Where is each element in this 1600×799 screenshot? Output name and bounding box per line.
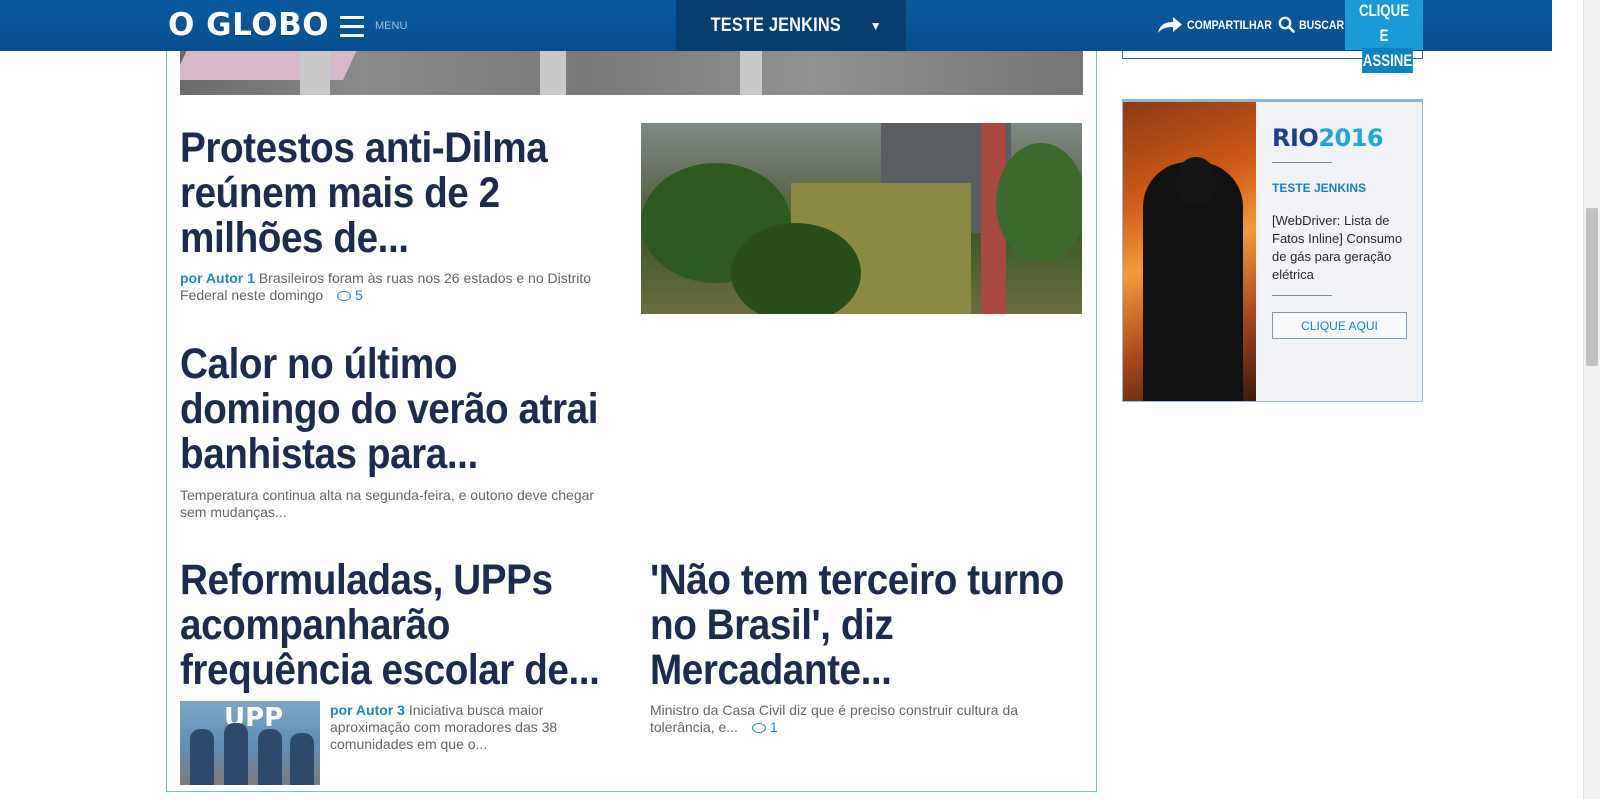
- subscribe-button[interactable]: CLIQUE E ASSINE: [1345, 0, 1423, 73]
- rio2016-logo: RIO2016: [1272, 124, 1384, 152]
- menu-button[interactable]: MENU: [340, 13, 407, 39]
- site-logo[interactable]: O GLOBO: [168, 7, 329, 43]
- headline-calor[interactable]: Calor no último domingo do verão atrai b…: [180, 342, 644, 477]
- summary-text: Ministro da Casa Civil diz que é preciso…: [650, 702, 1019, 735]
- top-navigation-bar: O GLOBO MENU TESTE JENKINS ▼ COMPARTILHA…: [0, 0, 1552, 73]
- headline-mercadante[interactable]: 'Não tem terceiro turno no Brasil', diz …: [650, 558, 1110, 693]
- headline-protestos[interactable]: Protestos anti-Dilma reúnem mais de 2 mi…: [180, 126, 588, 261]
- ad-tag: TESTE JENKINS: [1272, 181, 1367, 195]
- search-label: BUSCAR: [1299, 17, 1345, 32]
- upp-photo[interactable]: UPP: [180, 701, 320, 785]
- scrollbar-thumb[interactable]: [1586, 208, 1598, 366]
- caret-down-icon: ▼: [869, 18, 882, 33]
- summary-protestos: por Autor 1 Brasileiros foram às ruas no…: [180, 270, 600, 304]
- hero-photo[interactable]: [180, 50, 1083, 95]
- ad-photo: [1123, 102, 1256, 401]
- share-label: COMPARTILHAR: [1187, 18, 1272, 32]
- protest-photo[interactable]: [641, 123, 1082, 314]
- share-arrow-icon: [1158, 17, 1182, 33]
- section-title: TESTE JENKINS: [710, 14, 842, 36]
- divider: [1272, 162, 1332, 163]
- subscribe-line1: CLIQUE E: [1358, 1, 1410, 45]
- vertical-scrollbar[interactable]: [1583, 0, 1600, 799]
- author-link[interactable]: por Autor 1: [180, 270, 255, 286]
- search-button[interactable]: BUSCAR: [1278, 16, 1350, 33]
- menu-label: MENU: [375, 20, 408, 32]
- comments-link[interactable]: 5: [337, 287, 363, 303]
- ad-body: RIO2016 TESTE JENKINS [WebDriver: Lista …: [1256, 102, 1422, 401]
- subscribe-line2: ASSINE: [1362, 48, 1413, 73]
- comments-link[interactable]: 1: [751, 719, 778, 735]
- ad-text: [WebDriver: Lista de Fatos Inline] Consu…: [1272, 213, 1403, 282]
- author-link[interactable]: por Autor 3: [330, 702, 405, 718]
- summary-mercadante: Ministro da Casa Civil diz que é preciso…: [650, 702, 1030, 736]
- ad-cta-button[interactable]: CLIQUE AQUI: [1272, 312, 1407, 339]
- comment-bubble-icon: [751, 723, 766, 733]
- search-icon: [1278, 16, 1295, 33]
- summary-calor: Temperatura continua alta na segunda-fei…: [180, 487, 595, 520]
- comment-bubble-icon: [337, 291, 352, 301]
- divider: [1272, 295, 1332, 296]
- hamburger-icon: [340, 15, 364, 37]
- summary-upps: por Autor 3 Iniciativa busca maior aprox…: [330, 702, 580, 753]
- share-button[interactable]: COMPARTILHAR: [1157, 16, 1283, 34]
- rio2016-ad[interactable]: RIO2016 TESTE JENKINS [WebDriver: Lista …: [1122, 99, 1423, 402]
- headline-upps[interactable]: Reformuladas, UPPs acompanharão frequênc…: [180, 558, 646, 693]
- section-dropdown[interactable]: TESTE JENKINS ▼: [676, 0, 906, 51]
